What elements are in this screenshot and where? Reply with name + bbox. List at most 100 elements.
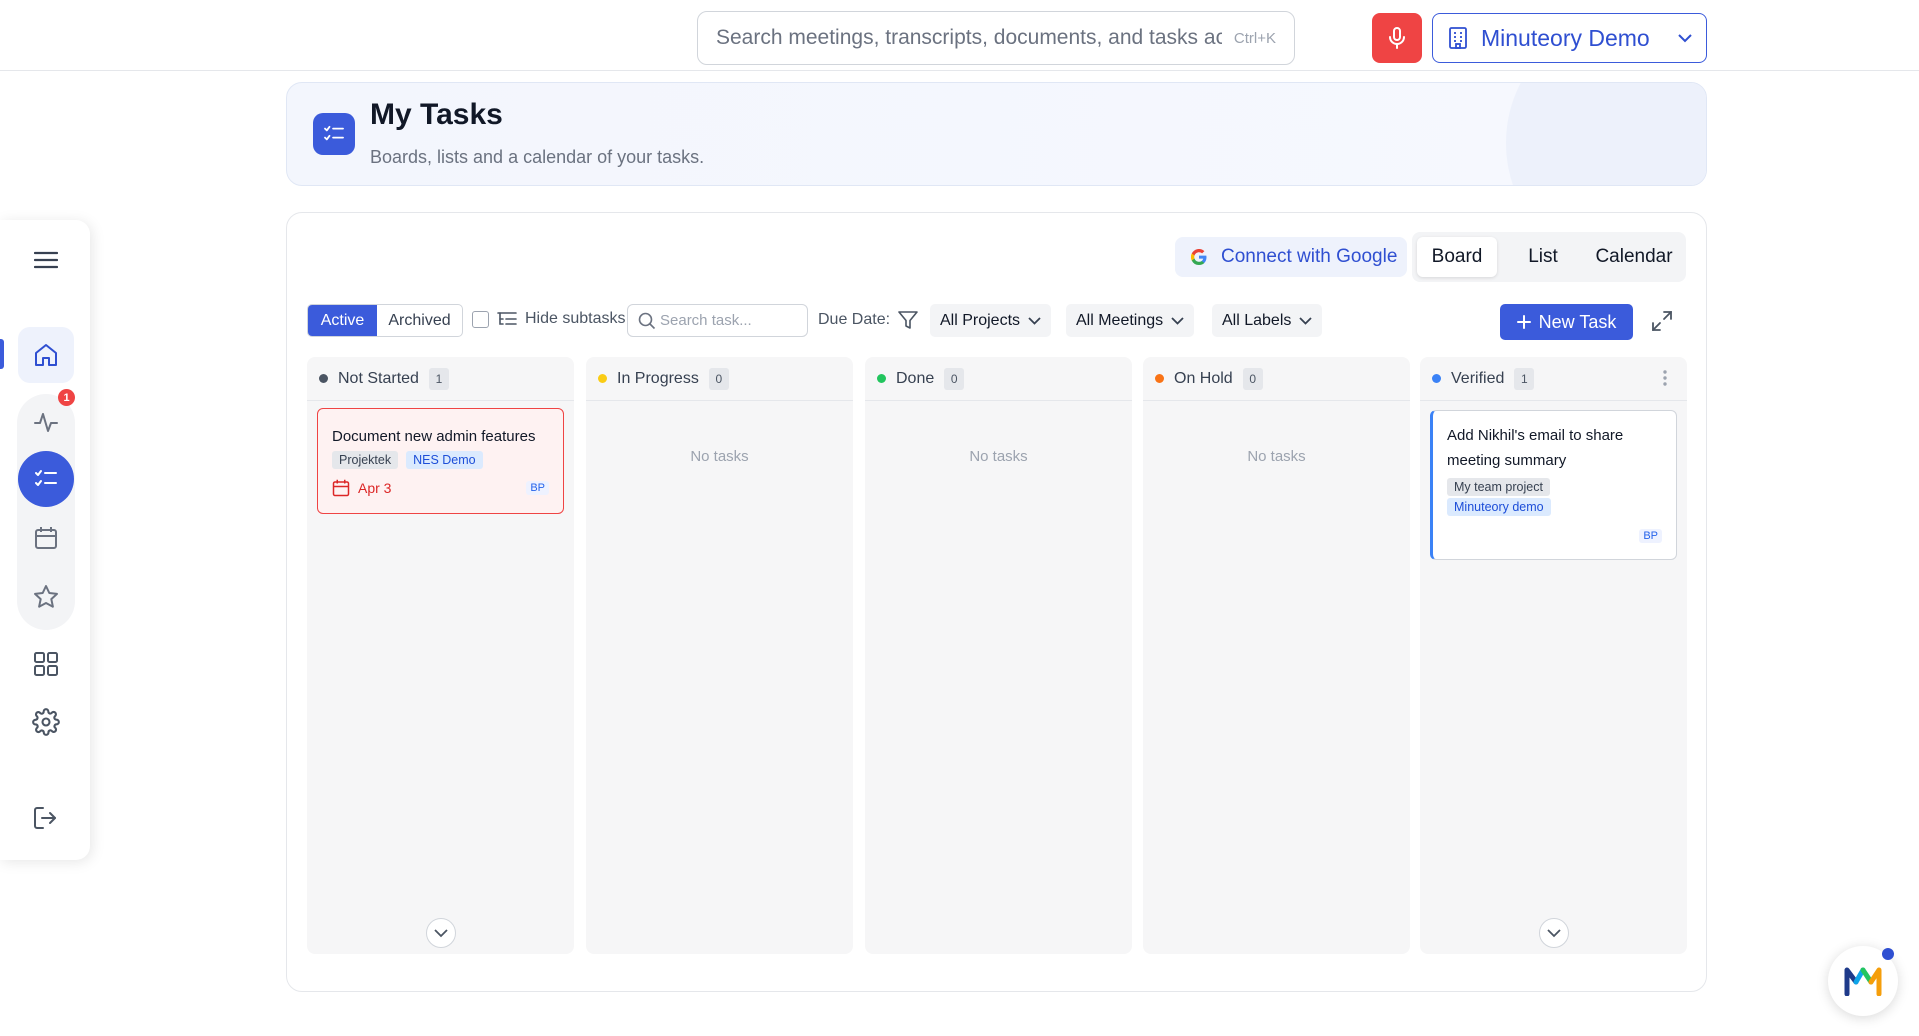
new-task-button[interactable]: New Task [1500,304,1633,340]
column-count: 1 [1514,367,1535,390]
scroll-down-button[interactable] [1538,918,1569,948]
column-title: On Hold [1174,369,1233,387]
minuteory-logo-icon [1844,967,1882,996]
sidebar-active-indicator [0,339,4,369]
column-done: Done 0 No tasks [865,357,1132,954]
kebab-icon [1663,370,1667,386]
checklist-icon [324,125,344,141]
building-icon [1449,27,1467,49]
column-count: 0 [1242,367,1263,390]
project-tag: Projektek [332,451,399,469]
task-card[interactable]: Document new admin features Projektek NE… [317,408,564,514]
home-icon [35,344,57,366]
labels-dropdown-label: All Labels [1222,311,1292,329]
label-tag: NES Demo [406,451,483,469]
sidebar-item-tasks[interactable] [18,451,74,507]
connect-google-label: Connect with Google [1221,246,1398,267]
global-search-input[interactable] [716,26,1222,50]
hide-subtasks-toggle[interactable]: Hide subtasks [472,310,626,328]
status-dot [1882,948,1894,960]
column-on-hold: On Hold 0 No tasks [1143,357,1410,954]
chevron-down-icon [1678,33,1692,42]
grid-icon [34,652,58,676]
status-dot [319,374,328,383]
column-header: On Hold 0 [1143,357,1410,401]
fullscreen-button[interactable] [1651,310,1673,332]
status-dot [598,374,607,383]
page-title: My Tasks [370,98,503,131]
chevron-down-icon [1171,316,1184,325]
task-card[interactable]: Add Nikhil's email to share meeting summ… [1430,410,1677,560]
star-icon [34,585,58,608]
sidebar-menu-button[interactable] [18,232,74,288]
calendar-icon [35,527,57,549]
column-verified: Verified 1 Add Nikhil's email to share m… [1420,357,1687,954]
filter-active[interactable]: Active [308,305,377,336]
column-menu-button[interactable] [1663,370,1667,386]
column-count: 0 [708,367,729,390]
due-date-filter[interactable]: Due Date: [818,310,918,330]
due-date-text: Apr 3 [358,480,392,496]
hide-subtasks-checkbox[interactable] [472,310,489,328]
task-tags: Projektek NES Demo [332,451,483,469]
task-search-input[interactable] [660,312,800,329]
assignee-avatar: BP [526,481,549,495]
label-tag: Minuteory demo [1447,498,1551,516]
meetings-dropdown[interactable]: All Meetings [1066,304,1195,337]
status-dot [1155,374,1164,383]
tab-board[interactable]: Board [1417,237,1497,277]
page-icon [313,113,355,155]
hamburger-icon [34,251,58,269]
chevron-down-icon [1299,316,1313,325]
column-title: Not Started [338,369,419,387]
assistant-launcher[interactable] [1828,946,1898,1016]
page-header: My Tasks Boards, lists and a calendar of… [286,82,1707,186]
task-title: Add Nikhil's email to share meeting summ… [1447,427,1624,469]
logout-icon [34,807,56,829]
chevron-down-icon [1546,928,1561,937]
column-not-started: Not Started 1 Document new admin feature… [307,357,574,954]
chevron-down-icon [433,928,448,937]
chevron-down-icon [1028,316,1041,325]
record-button[interactable] [1372,13,1422,63]
due-date-label: Due Date: [818,311,891,328]
sidebar-item-settings[interactable] [18,694,74,750]
task-tags: Minuteory demo [1447,498,1551,516]
column-header: Done 0 [865,357,1132,401]
expand-icon [1652,311,1672,331]
column-title: Done [896,369,935,387]
gear-icon [32,708,60,736]
tab-calendar[interactable]: Calendar [1588,237,1680,277]
task-title: Document new admin features [332,428,536,445]
new-task-label: New Task [1538,311,1617,332]
empty-column-text: No tasks [1247,448,1306,465]
sidebar-item-favorites[interactable] [18,569,74,625]
labels-dropdown[interactable]: All Labels [1212,304,1323,337]
status-dot [877,374,886,383]
view-switcher: Board List Calendar [1412,232,1686,282]
tab-list[interactable]: List [1508,237,1578,277]
sidebar-logout-button[interactable] [18,790,74,846]
column-count: 0 [944,367,965,390]
organization-name: Minuteory Demo [1481,24,1650,51]
sidebar-item-calendar[interactable] [18,510,74,566]
projects-dropdown-label: All Projects [940,311,1021,329]
projects-dropdown[interactable]: All Projects [930,304,1052,337]
filter-icon [898,311,918,329]
checklist-icon [35,470,57,486]
project-tag: My team project [1447,478,1550,496]
global-search[interactable]: Ctrl+K [697,11,1295,65]
scroll-down-button[interactable] [425,918,456,948]
sidebar-item-apps[interactable] [18,636,74,692]
activity-icon [34,413,58,432]
task-tags: My team project [1447,478,1550,496]
google-icon [1191,249,1207,265]
empty-column-text: No tasks [690,448,749,465]
task-search[interactable] [627,304,808,337]
organization-selector[interactable]: Minuteory Demo [1432,13,1707,63]
page-subtitle: Boards, lists and a calendar of your tas… [370,147,705,167]
filter-archived[interactable]: Archived [377,305,462,336]
sidebar-item-home[interactable] [18,327,74,383]
column-title: Verified [1451,369,1505,387]
connect-google-button[interactable]: Connect with Google [1175,237,1407,277]
